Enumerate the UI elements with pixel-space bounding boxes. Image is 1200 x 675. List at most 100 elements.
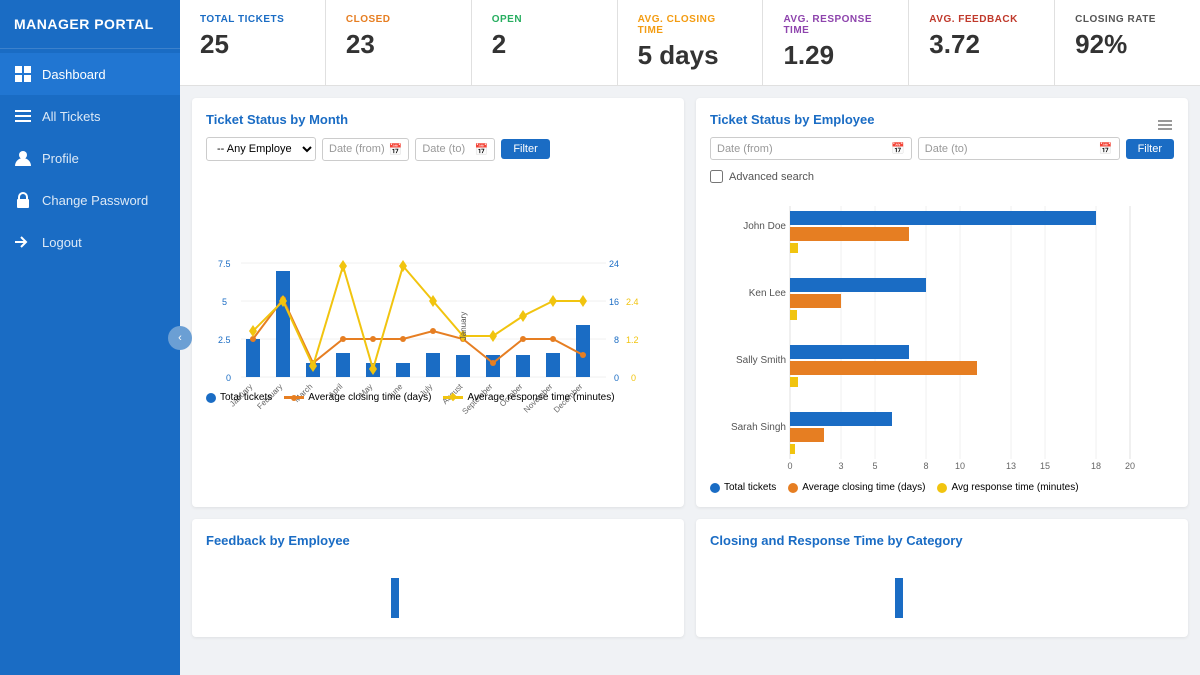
legend-emp-total: Total tickets [710, 482, 776, 493]
legend-emp-close: Average closing time (days) [788, 482, 925, 493]
sidebar-label-logout: Logout [42, 235, 82, 250]
chart-closing-response: Closing and Response Time by Category [696, 519, 1188, 637]
emp-calendar-from-icon: 📅 [891, 142, 905, 155]
svg-text:5: 5 [222, 297, 227, 307]
date-to-label: Date (to) [422, 143, 465, 155]
sidebar-item-all-tickets[interactable]: All Tickets [0, 95, 180, 137]
chart-ticket-status-month: Ticket Status by Month -- Any Employe Da… [192, 98, 684, 507]
svg-text:20: 20 [1125, 461, 1135, 471]
legend-emp-label-total: Total tickets [724, 482, 776, 493]
stats-row: TOTAL TICKETS 25 CLOSED 23 OPEN 2 AVG. C… [180, 0, 1200, 86]
svg-text:0: 0 [614, 373, 619, 383]
sidebar-label-dashboard: Dashboard [42, 67, 106, 82]
grid-icon [14, 65, 32, 83]
legend-dot-total [206, 393, 216, 403]
emp-date-to-input[interactable]: Date (to) 📅 [918, 137, 1120, 160]
stat-avg-resp-label: AVG. RESPONSE TIME [783, 14, 888, 36]
sidebar-label-all-tickets: All Tickets [42, 109, 101, 124]
sidebar-logo: MANAGER PORTAL [0, 0, 180, 49]
svg-text:5: 5 [872, 461, 877, 471]
stat-avg-close-label: AVG. CLOSING TIME [638, 14, 743, 36]
legend-emp-label-close: Average closing time (days) [802, 482, 925, 493]
stat-total-tickets: TOTAL TICKETS 25 [180, 0, 326, 85]
arrow-right-icon [14, 233, 32, 251]
employee-chart-legend: Total tickets Average closing time (days… [710, 482, 1174, 493]
sidebar-item-profile[interactable]: Profile [0, 137, 180, 179]
svg-text:8: 8 [923, 461, 928, 471]
svg-text:18: 18 [1091, 461, 1101, 471]
chart-feedback-title: Feedback by Employee [206, 533, 670, 548]
sidebar-nav: Dashboard All Tickets Profile [0, 49, 180, 675]
closing-chart-placeholder [710, 558, 1140, 618]
svg-text:Ken Lee: Ken Lee [749, 288, 787, 299]
emp-date-from-label: Date (from) [717, 143, 773, 155]
svg-text:24: 24 [609, 259, 619, 269]
svg-text:John Doe: John Doe [743, 221, 786, 232]
lock-icon [14, 191, 32, 209]
feedback-chart-placeholder [206, 558, 636, 618]
legend-emp-dot-close [788, 483, 798, 493]
stat-total-value: 25 [200, 29, 305, 60]
svg-text:2.5: 2.5 [218, 335, 231, 345]
legend-total-tickets: Total tickets [206, 392, 272, 403]
legend-avg-resp: Average response time (minutes) [443, 392, 614, 403]
calendar-to-icon: 📅 [475, 143, 489, 156]
legend-emp-resp: Avg response time (minutes) [937, 482, 1078, 493]
legend-line-resp [443, 396, 463, 399]
sidebar: MANAGER PORTAL Dashboard All Tickets [0, 0, 180, 675]
svg-text:13: 13 [1006, 461, 1016, 471]
month-filter-row: -- Any Employe Date (from) 📅 Date (to) 📅… [206, 137, 670, 161]
svg-text:January: January [459, 312, 468, 340]
chart-employee-menu-icon[interactable] [1156, 118, 1174, 132]
stat-closed: CLOSED 23 [326, 0, 472, 85]
stat-feedback-label: AVG. FEEDBACK [929, 14, 1034, 25]
stat-open-value: 2 [492, 29, 597, 60]
svg-text:3: 3 [838, 461, 843, 471]
svg-text:Sarah Singh: Sarah Singh [731, 422, 786, 433]
stat-rate: CLOSING RATE 92% [1055, 0, 1200, 85]
advanced-search-label: Advanced search [729, 171, 814, 183]
svg-text:0: 0 [631, 373, 636, 383]
legend-label-close: Average closing time (days) [308, 392, 431, 403]
chart-feedback-employee: Feedback by Employee [192, 519, 684, 637]
stat-rate-value: 92% [1075, 29, 1180, 60]
employee-select[interactable]: -- Any Employe [206, 137, 316, 161]
advanced-search-checkbox[interactable] [710, 170, 723, 183]
stat-closed-label: CLOSED [346, 14, 451, 25]
stat-avg-close-value: 5 days [638, 40, 743, 71]
legend-line-close [284, 396, 304, 399]
stat-feedback: AVG. FEEDBACK 3.72 [909, 0, 1055, 85]
month-filter-button[interactable]: Filter [501, 139, 549, 159]
emp-date-to-label: Date (to) [925, 143, 968, 155]
emp-date-from-input[interactable]: Date (from) 📅 [710, 137, 912, 160]
sidebar-label-change-password: Change Password [42, 193, 148, 208]
sidebar-item-dashboard[interactable]: Dashboard [0, 53, 180, 95]
svg-text:2.4: 2.4 [626, 297, 639, 307]
stat-rate-label: CLOSING RATE [1075, 14, 1180, 25]
sidebar-item-change-password[interactable]: Change Password [0, 179, 180, 221]
stat-open: OPEN 2 [472, 0, 618, 85]
sidebar-item-logout[interactable]: Logout [0, 221, 180, 263]
employee-filter-button[interactable]: Filter [1126, 139, 1174, 159]
legend-label-total: Total tickets [220, 392, 272, 403]
stat-avg-resp: AVG. RESPONSE TIME 1.29 [763, 0, 909, 85]
date-to-input[interactable]: Date (to) 📅 [415, 138, 495, 161]
date-from-input[interactable]: Date (from) 📅 [322, 138, 409, 161]
main-content: TOTAL TICKETS 25 CLOSED 23 OPEN 2 AVG. C… [180, 0, 1200, 675]
chart-closing-title: Closing and Response Time by Category [710, 533, 1174, 548]
stat-feedback-value: 3.72 [929, 29, 1034, 60]
sidebar-collapse-button[interactable]: ‹ [168, 326, 192, 350]
calendar-from-icon: 📅 [389, 143, 403, 156]
stat-total-label: TOTAL TICKETS [200, 14, 305, 25]
legend-avg-close: Average closing time (days) [284, 392, 431, 403]
svg-text:0: 0 [787, 461, 792, 471]
legend-label-resp: Average response time (minutes) [467, 392, 614, 403]
stat-avg-close: AVG. CLOSING TIME 5 days [618, 0, 764, 85]
emp-calendar-to-icon: 📅 [1099, 142, 1113, 155]
chart-month-title: Ticket Status by Month [206, 112, 670, 127]
user-icon [14, 149, 32, 167]
svg-text:Sally Smith: Sally Smith [736, 355, 786, 366]
legend-emp-dot-resp [937, 483, 947, 493]
sidebar-label-profile: Profile [42, 151, 79, 166]
svg-text:10: 10 [955, 461, 965, 471]
